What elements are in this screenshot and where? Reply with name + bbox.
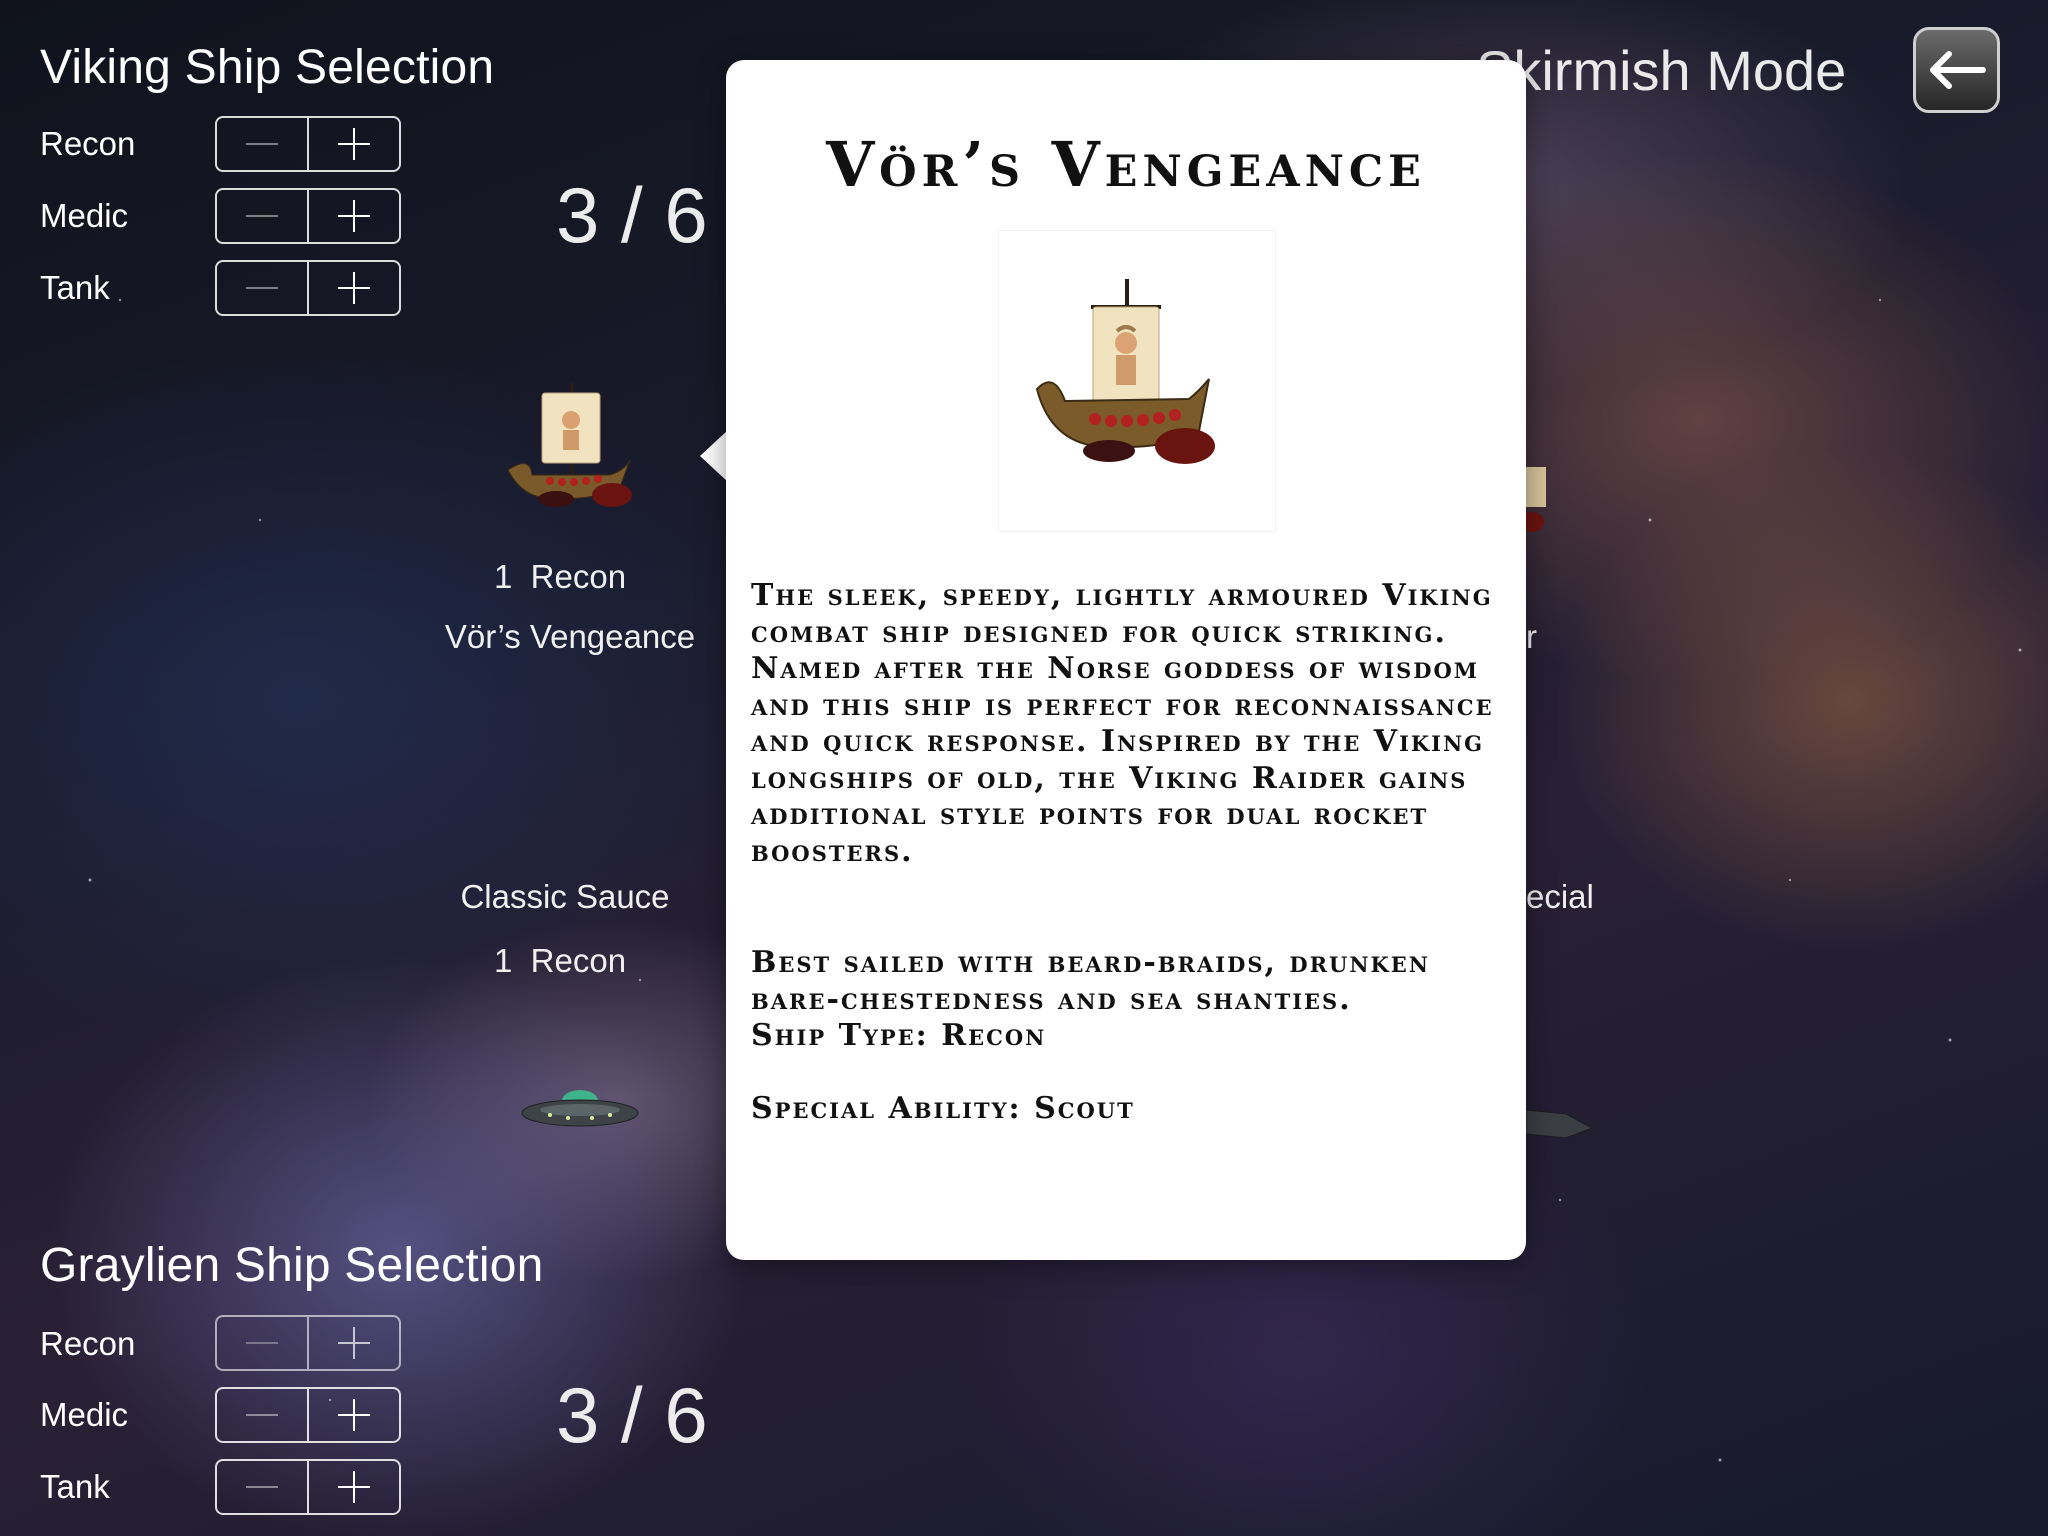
classic-sauce-ship-card[interactable] xyxy=(520,1085,640,1135)
vors-vengeance-type: Recon xyxy=(530,558,627,595)
viking-medic-label: Medic xyxy=(40,197,129,234)
viking-tank-label: Tank xyxy=(40,269,110,306)
plus-icon xyxy=(338,128,370,160)
ship-info-popover: Vör’s Vengeance The sleek, speedy, light… xyxy=(726,60,1526,1260)
viking-section-title: Viking Ship Selection xyxy=(40,41,495,94)
plus-icon xyxy=(338,1327,370,1359)
viking-tank-decrement-button[interactable] xyxy=(217,262,307,314)
graylien-medic-increment-button[interactable] xyxy=(307,1389,399,1441)
popover-arrow xyxy=(700,430,728,482)
vors-vengeance-recon-count: 1 Recon xyxy=(430,558,690,596)
graylien-fighter-icon xyxy=(1525,1109,1594,1139)
graylien-recon-increment-button[interactable] xyxy=(307,1317,399,1369)
viking-medic-stepper xyxy=(215,188,401,244)
viking-recon-increment-button[interactable] xyxy=(307,118,399,170)
viking-ship-count: 3 / 6 xyxy=(556,171,708,259)
graylien-tank-stepper xyxy=(215,1459,401,1515)
viking-recon-stepper xyxy=(215,116,401,172)
ship-tagline: Best sailed with beard-braids, drunken b… xyxy=(751,945,1431,1017)
graylien-medic-decrement-button[interactable] xyxy=(217,1389,307,1441)
viking-tank-stepper xyxy=(215,260,401,316)
plus-icon xyxy=(338,272,370,304)
graylien-recon-label: Recon xyxy=(40,1325,136,1362)
vors-vengeance-qty: 1 xyxy=(493,558,513,595)
classic-sauce-name: Classic Sauce xyxy=(460,878,670,915)
graylien-section-title: Graylien Ship Selection xyxy=(40,1239,544,1292)
graylien-ship-count: 3 / 6 xyxy=(556,1371,708,1459)
partial-ship-name-right: r xyxy=(1526,618,1537,655)
graylien-tank-increment-button[interactable] xyxy=(307,1461,399,1513)
minus-icon xyxy=(246,1486,278,1488)
ship-special-ability: Special Ability: Scout xyxy=(751,1091,1135,1126)
ufo-saucer-icon xyxy=(521,1090,639,1127)
graylien-recon-decrement-button[interactable] xyxy=(217,1317,307,1369)
minus-icon xyxy=(246,215,278,217)
classic-sauce-recon-count: 1 Recon xyxy=(430,942,690,980)
graylien-tank-label: Tank xyxy=(40,1468,110,1505)
minus-icon xyxy=(246,1414,278,1416)
viking-medic-increment-button[interactable] xyxy=(307,190,399,242)
viking-tank-increment-button[interactable] xyxy=(307,262,399,314)
minus-icon xyxy=(246,1342,278,1344)
plus-icon xyxy=(338,1471,370,1503)
classic-sauce-type: Recon xyxy=(530,942,627,979)
graylien-medic-label: Medic xyxy=(40,1396,129,1433)
classic-sauce-qty: 1 xyxy=(493,942,513,979)
vors-vengeance-name: Vör’s Vengeance xyxy=(444,618,696,655)
viking-longship-icon xyxy=(1035,279,1215,464)
ship-type: Ship Type: Recon xyxy=(751,1018,1047,1053)
graylien-recon-stepper xyxy=(215,1315,401,1371)
minus-icon xyxy=(246,287,278,289)
viking-medic-decrement-button[interactable] xyxy=(217,190,307,242)
plus-icon xyxy=(338,1399,370,1431)
graylien-tank-decrement-button[interactable] xyxy=(217,1461,307,1513)
partial-ship-type-right: ecial xyxy=(1526,878,1594,915)
viking-recon-decrement-button[interactable] xyxy=(217,118,307,170)
minus-icon xyxy=(246,143,278,145)
ship-description: The sleek, speedy, lightly armoured Viki… xyxy=(751,578,1494,869)
graylien-medic-stepper xyxy=(215,1387,401,1443)
back-button[interactable] xyxy=(1913,27,2000,113)
ship-image xyxy=(998,230,1276,532)
skirmish-mode-title: Skirmish Mode xyxy=(1476,39,1847,102)
back-arrow-icon xyxy=(1929,51,1986,89)
viking-longship-icon xyxy=(1520,467,1546,532)
partial-ship-right xyxy=(1520,462,1550,562)
vors-vengeance-ship-card[interactable] xyxy=(490,375,650,525)
viking-longship-icon xyxy=(507,383,632,507)
plus-icon xyxy=(338,200,370,232)
viking-recon-label: Recon xyxy=(40,125,136,162)
popover-title: Vör’s Vengeance xyxy=(826,128,1426,201)
partial-ship-right-lower xyxy=(1525,1100,1596,1146)
